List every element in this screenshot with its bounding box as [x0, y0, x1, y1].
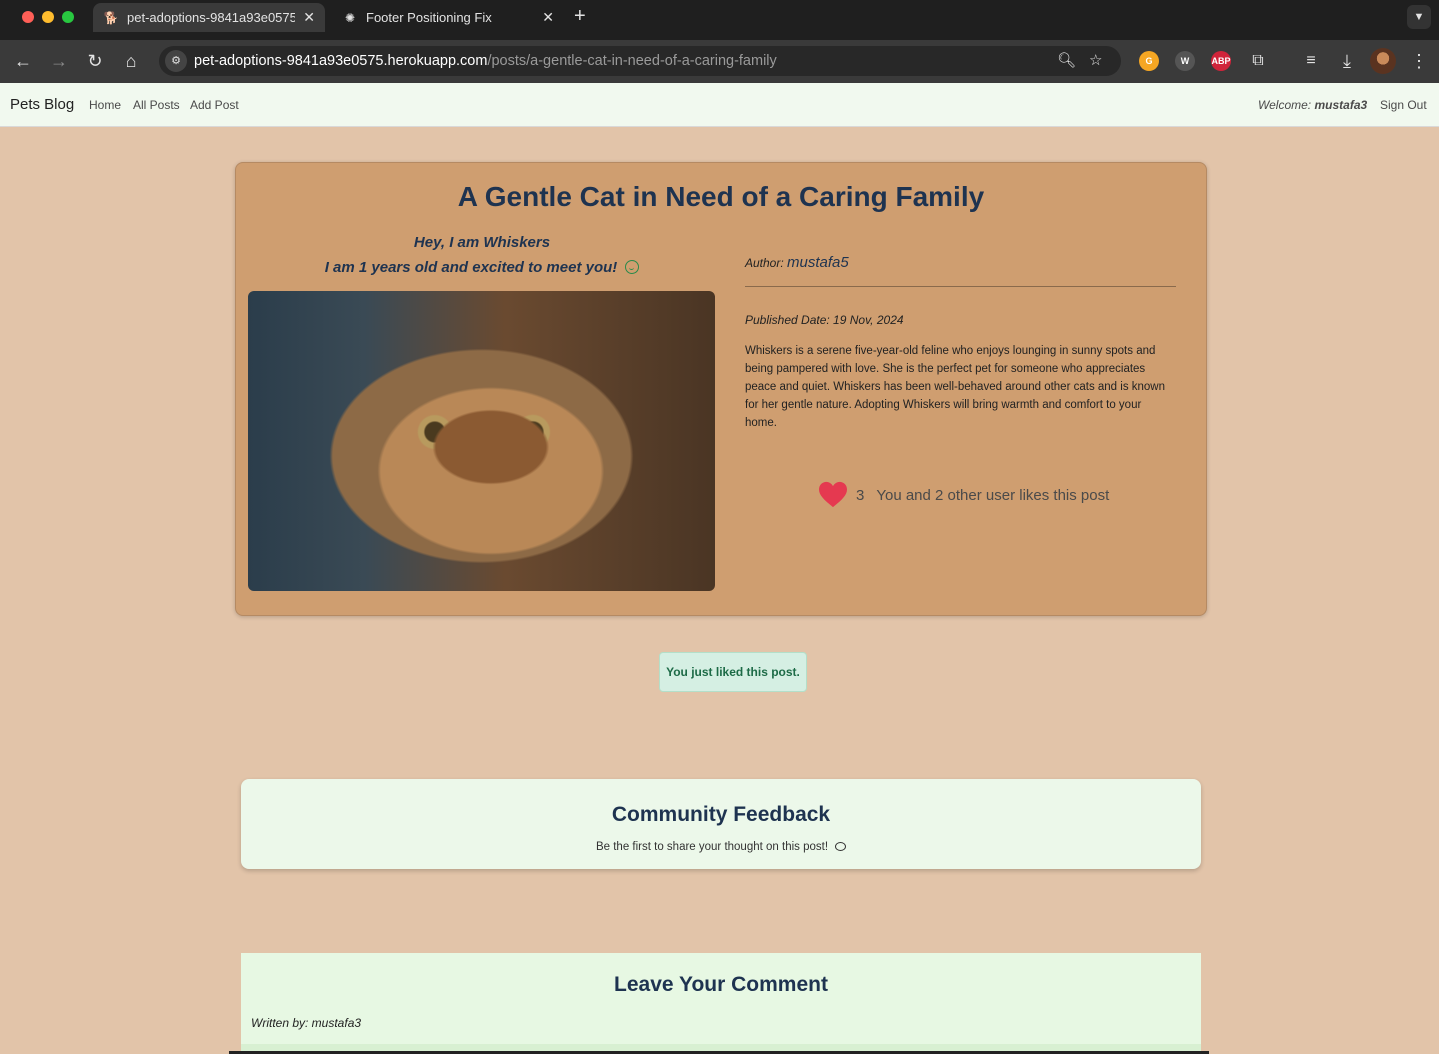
author-line: Author: mustafa5	[745, 254, 849, 271]
written-by: Written by: mustafa3	[251, 1016, 362, 1030]
likes-row: 3 You and 2 other user likes this post	[818, 481, 1109, 509]
pet-age-line: I am 1 years old and excited to meet you…	[248, 258, 716, 276]
forward-icon[interactable]: →	[48, 50, 70, 72]
chat-bubble-icon	[835, 842, 847, 851]
tab-pet-adoptions[interactable]: 🐕 pet-adoptions-9841a93e0575 ✕	[93, 3, 325, 32]
maximize-window-button[interactable]	[62, 11, 74, 23]
chatgpt-icon: ✺	[344, 10, 356, 25]
address-bar[interactable]: ⚙ pet-adoptions-9841a93e0575.herokuapp.c…	[159, 46, 1121, 76]
tab-title: pet-adoptions-9841a93e0575	[127, 10, 295, 25]
post-card: A Gentle Cat in Need of a Caring Family …	[235, 162, 1207, 616]
w-extension-icon[interactable]: W	[1175, 51, 1195, 71]
close-window-button[interactable]	[22, 11, 34, 23]
like-count: 3	[856, 486, 865, 504]
nav-link-home[interactable]: Home	[89, 98, 121, 112]
nav-link-all-posts[interactable]: All Posts	[133, 98, 180, 112]
pet-greeting: Hey, I am Whiskers	[413, 234, 551, 251]
tab-title: Footer Positioning Fix	[366, 10, 492, 25]
page-content: Pets Blog Home All Posts Add Post Welcom…	[0, 83, 1439, 1054]
nav-link-add-post[interactable]: Add Post	[190, 98, 239, 112]
leave-comment-card: Leave Your Comment Written by: mustafa3	[241, 953, 1201, 1054]
dog-icon: 🐕	[103, 10, 119, 25]
close-tab-icon[interactable]: ✕	[542, 9, 554, 26]
post-title: A Gentle Cat in Need of a Caring Family	[457, 181, 985, 212]
welcome-text: Welcome: mustafa3	[1258, 98, 1368, 112]
author-name: mustafa5	[787, 254, 849, 271]
pet-image	[248, 291, 715, 591]
new-tab-button[interactable]: +	[574, 6, 586, 26]
community-feedback-card: Community Feedback Be the first to share…	[241, 779, 1201, 869]
minimize-window-button[interactable]	[42, 11, 54, 23]
post-description: Whiskers is a serene five-year-old felin…	[745, 345, 1166, 429]
feedback-subtitle: Be the first to share your thought on th…	[241, 841, 1201, 853]
brand-link[interactable]: Pets Blog	[10, 96, 74, 113]
bookmark-star-icon[interactable]: ☆	[1089, 51, 1102, 69]
tab-search-button[interactable]: ▼	[1407, 5, 1431, 29]
home-icon[interactable]: ⌂	[120, 50, 142, 72]
like-success-alert: You just liked this post.	[659, 652, 807, 692]
extensions-puzzle-icon[interactable]: ⧉	[1247, 50, 1269, 72]
url-text[interactable]: pet-adoptions-9841a93e0575.herokuapp.com…	[194, 53, 777, 69]
sign-out-link[interactable]: Sign Out	[1380, 98, 1427, 112]
g-extension-icon[interactable]: G	[1139, 51, 1159, 71]
feedback-title: Community Feedback	[611, 803, 831, 826]
profile-avatar[interactable]	[1370, 48, 1396, 74]
menu-kebab-icon[interactable]: ⋮	[1408, 50, 1430, 72]
published-date: Published Date: 19 Nov, 2024	[745, 313, 904, 327]
browser-tab-bar: 🐕 pet-adoptions-9841a93e0575 ✕ ✺ Footer …	[0, 0, 1439, 40]
like-text: You and 2 other user likes this post	[876, 486, 1110, 504]
close-tab-icon[interactable]: ✕	[303, 9, 315, 26]
zoom-icon[interactable]: 🔍︎	[1057, 51, 1076, 69]
download-icon[interactable]: ⤓	[1336, 50, 1358, 72]
heart-icon[interactable]	[818, 481, 848, 509]
back-icon[interactable]: ←	[12, 50, 34, 72]
comment-title: Leave Your Comment	[614, 973, 828, 996]
site-info-icon[interactable]: ⚙	[165, 50, 187, 72]
browser-toolbar: ← → ↻ ⌂ ⚙ pet-adoptions-9841a93e0575.her…	[0, 40, 1439, 83]
divider	[745, 286, 1176, 287]
media-controls-icon[interactable]: ≡	[1300, 50, 1322, 72]
tab-footer-positioning[interactable]: ✺ Footer Positioning Fix ✕	[332, 3, 564, 32]
smile-icon	[625, 260, 640, 274]
reload-icon[interactable]: ↻	[84, 50, 106, 72]
abp-extension-icon[interactable]: ABP	[1211, 51, 1231, 71]
site-navbar: Pets Blog Home All Posts Add Post Welcom…	[0, 83, 1439, 127]
